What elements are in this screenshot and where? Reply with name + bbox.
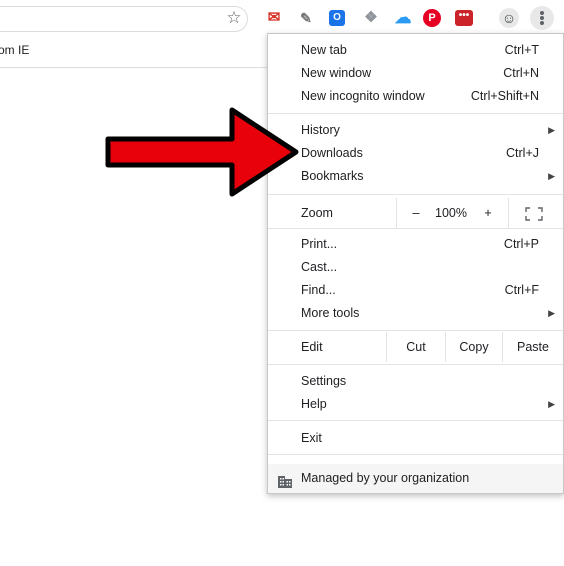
menu-dot-icon (540, 11, 544, 15)
menu-item-find[interactable]: Find... Ctrl+F (268, 279, 563, 302)
menu-item-label: Bookmarks (301, 169, 364, 183)
zoom-level: 100% (435, 206, 467, 220)
fullscreen-icon[interactable] (524, 198, 544, 228)
divider (508, 198, 509, 228)
menu-item-label: Print... (301, 237, 338, 251)
pinterest-extension-icon[interactable]: P (423, 9, 441, 27)
submenu-arrow-icon: ▶ (548, 171, 555, 181)
menu-item-shortcut: Ctrl+J (506, 146, 539, 160)
menu-item-downloads[interactable]: Downloads Ctrl+J (268, 142, 563, 165)
profile-avatar-icon[interactable]: ☺ (499, 8, 519, 28)
menu-separator (268, 420, 563, 421)
menu-item-zoom: Zoom – 100% + (268, 198, 563, 228)
menu-separator (268, 113, 563, 114)
menu-item-new-tab[interactable]: New tab Ctrl+T (268, 39, 563, 62)
bookmark-item[interactable]: om IE (0, 43, 29, 57)
menu-dot-icon (540, 16, 544, 20)
menu-separator (268, 364, 563, 365)
menu-item-label: Find... (301, 283, 336, 297)
submenu-arrow-icon: ▶ (548, 308, 555, 318)
menu-item-label: Zoom (301, 206, 333, 220)
bookmark-star-icon[interactable]: ☆ (224, 8, 244, 28)
onedrive-extension-icon[interactable]: ☁ (393, 8, 413, 28)
copy-button[interactable]: Copy (446, 332, 502, 362)
menu-item-shortcut: Ctrl+N (503, 66, 539, 80)
menu-item-help[interactable]: Help ▶ (268, 393, 563, 416)
menu-item-shortcut: Ctrl+T (504, 43, 539, 57)
eraser-extension-icon[interactable]: ✎ (296, 8, 316, 28)
menu-item-label: Exit (301, 431, 322, 445)
menu-item-bookmarks[interactable]: Bookmarks ▶ (268, 165, 563, 188)
gmail-extension-icon[interactable]: ✉ (264, 8, 284, 28)
menu-item-settings[interactable]: Settings (268, 370, 563, 393)
menu-dot-icon (540, 21, 544, 25)
menu-item-shortcut: Ctrl+P (503, 237, 539, 251)
zoom-out-button[interactable]: – (406, 198, 426, 228)
menu-item-label: Downloads (301, 146, 363, 160)
browser-toolbar: ☆ ✉ ✎ O ❖ ☁ P ••• ☺ (0, 0, 564, 37)
menu-separator (268, 228, 563, 229)
menu-item-label: New window (301, 66, 372, 80)
paste-button[interactable]: Paste (503, 332, 563, 362)
menu-item-label: History (301, 123, 340, 137)
menu-item-more-tools[interactable]: More tools ▶ (268, 302, 563, 325)
menu-item-label: Edit (301, 340, 323, 354)
address-bar[interactable] (0, 6, 248, 32)
menu-item-label: More tools (301, 306, 360, 320)
menu-item-label: New incognito window (301, 89, 425, 103)
building-icon (277, 471, 293, 500)
chrome-menu-button[interactable] (530, 6, 554, 30)
menu-item-shortcut: Ctrl+Shift+N (470, 89, 539, 103)
menu-item-new-window[interactable]: New window Ctrl+N (268, 62, 563, 85)
submenu-arrow-icon: ▶ (548, 125, 555, 135)
cut-button[interactable]: Cut (387, 332, 445, 362)
submenu-arrow-icon: ▶ (548, 399, 555, 409)
menu-item-label: Settings (301, 374, 347, 388)
menu-separator (268, 194, 563, 195)
menu-item-print[interactable]: Print... Ctrl+P (268, 233, 563, 256)
menu-item-label: Managed by your organization (301, 471, 470, 485)
red-arrow-annotation-icon (105, 107, 299, 197)
menu-item-new-incognito-window[interactable]: New incognito window Ctrl+Shift+N (268, 85, 563, 108)
menu-item-shortcut: Ctrl+F (504, 283, 539, 297)
menu-item-label: Cast... (301, 260, 338, 274)
menu-item-label: Help (301, 397, 327, 411)
menu-item-edit: Edit Cut Copy Paste (268, 332, 563, 362)
menu-separator (268, 454, 563, 455)
menu-item-history[interactable]: History ▶ (268, 119, 563, 142)
zoom-in-button[interactable]: + (478, 198, 498, 228)
menu-item-exit[interactable]: Exit (268, 427, 563, 450)
menu-item-label: New tab (301, 43, 347, 57)
lastpass-extension-icon[interactable]: ••• (455, 10, 473, 26)
chrome-main-menu: New tab Ctrl+T New window Ctrl+N New inc… (267, 33, 564, 494)
menu-separator (268, 330, 563, 331)
divider (396, 198, 397, 228)
managed-by-organization[interactable]: Managed by your organization (268, 464, 563, 493)
menu-item-cast[interactable]: Cast... (268, 256, 563, 279)
outlook-extension-icon[interactable]: O (329, 10, 345, 26)
dropbox-extension-icon[interactable]: ❖ (361, 8, 381, 28)
